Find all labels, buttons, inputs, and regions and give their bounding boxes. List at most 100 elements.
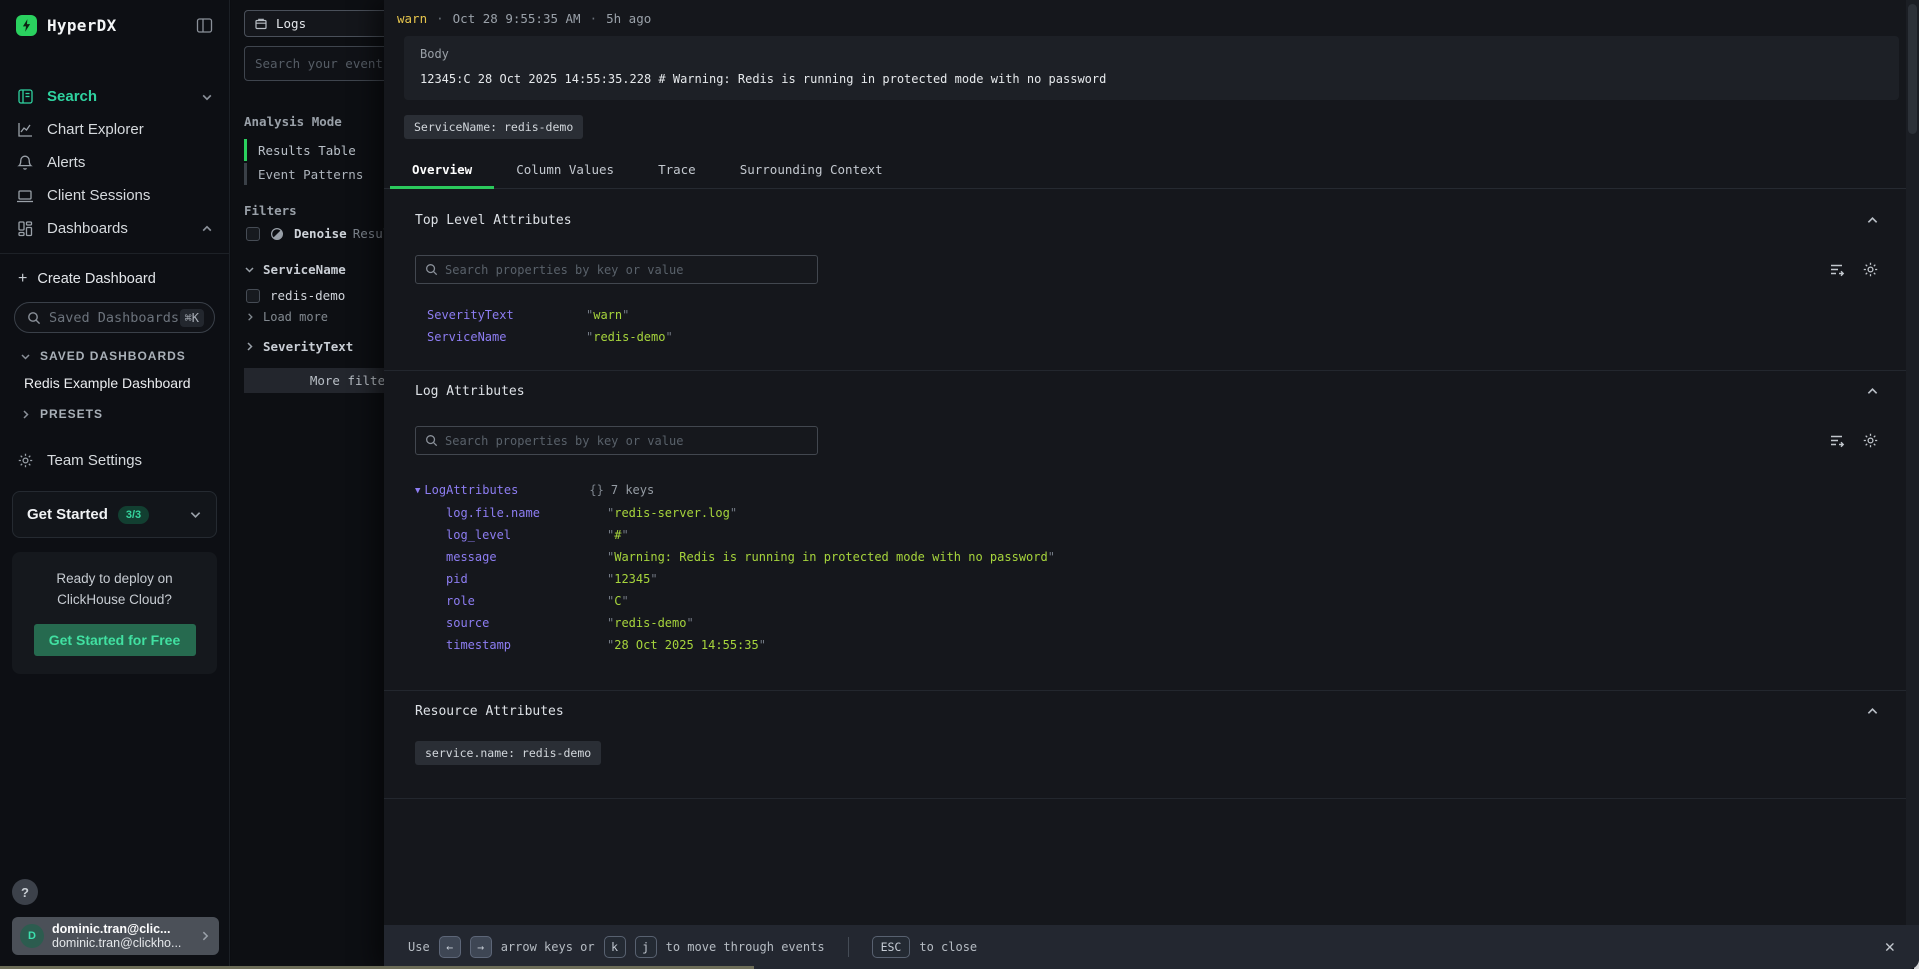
expand-lines-icon[interactable] <box>1829 261 1846 278</box>
presets-section-toggle[interactable]: PRESETS <box>0 391 229 421</box>
event-detail-drawer: warn · Oct 28 9:55:35 AM · 5h ago Body 1… <box>384 0 1919 969</box>
logattribute-row-source[interactable]: source"redis-demo" <box>415 614 1879 632</box>
get-started-free-button[interactable]: Get Started for Free <box>34 624 196 656</box>
event-body-box: Body 12345:C 28 Oct 2025 14:55:35.228 # … <box>404 36 1899 100</box>
redis-demo-checkbox[interactable] <box>246 289 260 303</box>
tab-column-values[interactable]: Column Values <box>494 153 636 188</box>
expand-lines-icon[interactable] <box>1829 432 1846 449</box>
saved-dashboards-search[interactable]: Saved Dashboards ⌘K <box>14 302 215 333</box>
logattribute-row-message[interactable]: message"Warning: Redis is running in pro… <box>415 548 1879 566</box>
gear-icon[interactable] <box>1862 432 1879 449</box>
property-search-placeholder: Search properties by key or value <box>445 263 683 277</box>
shortcut-badge: ⌘K <box>180 309 204 327</box>
chevron-right-icon <box>244 341 255 352</box>
sidebar: HyperDX SearchChart ExplorerAlertsClient… <box>0 0 230 969</box>
event-header: warn · Oct 28 9:55:35 AM · 5h ago <box>384 0 1919 26</box>
arrow-left-key: ← <box>439 936 461 958</box>
nav-item-label: Search <box>47 88 97 105</box>
collapse-section-icon[interactable] <box>1866 214 1879 227</box>
plus-icon: + <box>18 270 27 288</box>
create-dashboard-button[interactable]: + Create Dashboard <box>0 254 229 288</box>
chevron-right-icon <box>199 930 211 942</box>
source-label: Logs <box>276 16 306 31</box>
filter-option-redis-demo[interactable]: redis-demo <box>246 288 345 303</box>
log-attributes-section: Log Attributes Search properties by key … <box>384 371 1919 690</box>
logattribute-row-log-level[interactable]: log_level"#" <box>415 526 1879 544</box>
help-button[interactable]: ? <box>12 879 38 905</box>
sidebar-item-redis-dashboard[interactable]: Redis Example Dashboard <box>0 363 229 391</box>
j-key: j <box>635 936 657 958</box>
load-more-label: Load more <box>263 310 328 324</box>
saved-dashboards-section-toggle[interactable]: SAVED DASHBOARDS <box>0 333 229 363</box>
gear-icon[interactable] <box>1862 261 1879 278</box>
analysis-option-label: Event Patterns <box>258 167 363 182</box>
logattribute-row-pid[interactable]: pid"12345" <box>415 570 1879 588</box>
chevron-down-icon <box>20 351 31 362</box>
drawer-scrollbar-thumb[interactable] <box>1908 4 1917 134</box>
get-started-label: Get Started <box>27 506 108 523</box>
close-icon[interactable]: ✕ <box>1885 937 1895 957</box>
footer-hint-suffix: to close <box>919 940 977 954</box>
load-more-button[interactable]: Load more <box>245 310 328 324</box>
arrow-right-key: → <box>470 936 492 958</box>
sidebar-nav: Search Chart Explorer AlertsClient Session… <box>0 80 229 245</box>
logattribute-row-log-file-name[interactable]: log.file.name"redis-server.log" <box>415 504 1879 522</box>
analysis-mode-results-table[interactable]: Results Table <box>244 138 356 162</box>
event-timestamp: Oct 28 9:55:35 AM <box>453 11 581 26</box>
footer-hint-mid2: to move through events <box>666 940 825 954</box>
severity-label: warn <box>397 11 427 26</box>
bell-icon <box>16 154 34 172</box>
denoise-checkbox[interactable] <box>246 227 260 241</box>
sidebar-collapse-icon[interactable] <box>196 17 213 34</box>
chevron-down-icon <box>201 91 213 103</box>
tab-overview[interactable]: Overview <box>390 153 494 188</box>
resource-attributes-title: Resource Attributes <box>415 704 564 719</box>
chevron-right-icon <box>245 312 255 322</box>
sidebar-item-client-sessions[interactable]: Client Sessions <box>0 179 229 212</box>
service-name-tag[interactable]: service.name: redis-demo <box>415 741 601 765</box>
user-name: dominic.tran@clic... <box>52 922 181 936</box>
analysis-option-label: Results Table <box>258 143 356 158</box>
sidebar-item-dashboards[interactable]: Dashboards <box>0 212 229 245</box>
sidebar-item-chart-explorer[interactable]: Chart Explorer <box>0 113 229 146</box>
attribute-key: source <box>446 614 607 632</box>
logattribute-row-role[interactable]: role"C" <box>415 592 1879 610</box>
nav-item-label: Chart Explorer <box>47 121 144 138</box>
footer-hint-prefix: Use <box>408 940 430 954</box>
create-dashboard-label: Create Dashboard <box>37 271 156 287</box>
denoise-results-row[interactable]: Denoise Results <box>246 226 405 241</box>
analysis-mode-event-patterns[interactable]: Event Patterns <box>244 162 363 186</box>
attribute-row-servicename[interactable]: ServiceName"redis-demo" <box>415 328 1879 346</box>
collapse-section-icon[interactable] <box>1866 705 1879 718</box>
tab-trace[interactable]: Trace <box>636 153 718 188</box>
user-menu[interactable]: D dominic.tran@clic... dominic.tran@clic… <box>12 917 219 955</box>
attribute-row-severitytext[interactable]: SeverityText"warn" <box>415 306 1879 324</box>
tab-surrounding-context[interactable]: Surrounding Context <box>718 153 905 188</box>
filter-group-severitytext[interactable]: SeverityText <box>244 339 353 354</box>
servicename-tag[interactable]: ServiceName: redis-demo <box>404 115 583 139</box>
property-search-input[interactable]: Search properties by key or value <box>415 255 818 284</box>
sidebar-item-team-settings[interactable]: Team Settings <box>0 421 229 469</box>
top-level-attributes-title: Top Level Attributes <box>415 213 572 228</box>
keys-count: 7 keys <box>611 483 654 497</box>
attribute-key: SeverityText <box>427 306 586 324</box>
braces-icon: {} <box>589 483 603 497</box>
drawer-scrollbar[interactable] <box>1906 0 1919 925</box>
promo-text-line2: ClickHouse Cloud? <box>22 589 207 610</box>
clickhouse-promo-card: Ready to deploy on ClickHouse Cloud? Get… <box>12 552 217 674</box>
sidebar-item-alerts[interactable]: Alerts <box>0 146 229 179</box>
collapse-section-icon[interactable] <box>1866 385 1879 398</box>
logattribute-row-timestamp[interactable]: timestamp"28 Oct 2025 14:55:35" <box>415 636 1879 654</box>
property-search-input[interactable]: Search properties by key or value <box>415 426 818 455</box>
sidebar-item-search[interactable]: Search <box>0 80 229 113</box>
avatar: D <box>20 924 44 948</box>
presets-label: PRESETS <box>40 407 103 421</box>
filter-group-servicename[interactable]: ServiceName <box>244 262 346 277</box>
saved-search-placeholder: Saved Dashboards <box>49 310 179 326</box>
chevron-down-icon <box>244 264 255 275</box>
get-started-card[interactable]: Get Started 3/3 <box>12 491 217 538</box>
resource-attributes-section: Resource Attributes service.name: redis-… <box>384 691 1919 798</box>
denoise-icon <box>270 227 284 241</box>
attribute-key: timestamp <box>446 636 607 654</box>
logattributes-root-row[interactable]: ▼ LogAttributes {}7 keys <box>415 481 1879 500</box>
